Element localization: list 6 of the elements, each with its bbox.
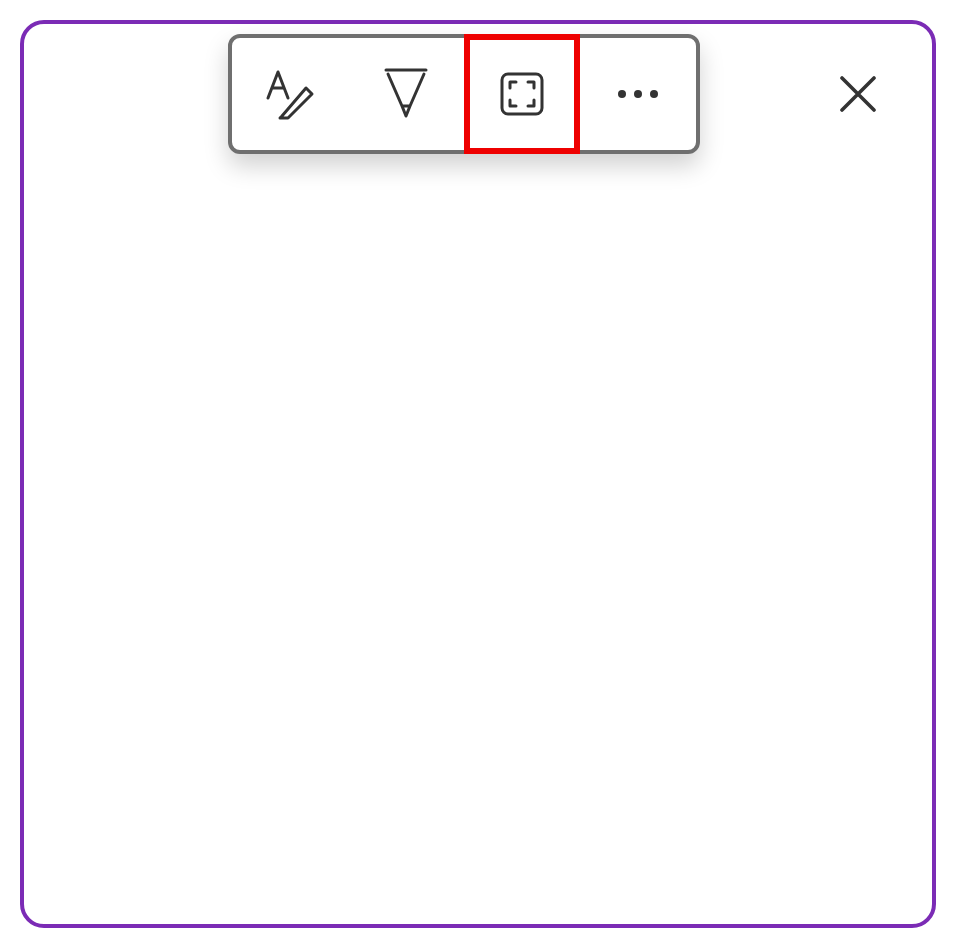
- letter-pen-icon: [264, 68, 316, 120]
- capture-button[interactable]: [464, 34, 580, 154]
- highlighter-icon: [382, 66, 430, 122]
- frame-icon: [500, 72, 544, 116]
- close-icon: [840, 76, 876, 112]
- more-icon: [616, 88, 660, 100]
